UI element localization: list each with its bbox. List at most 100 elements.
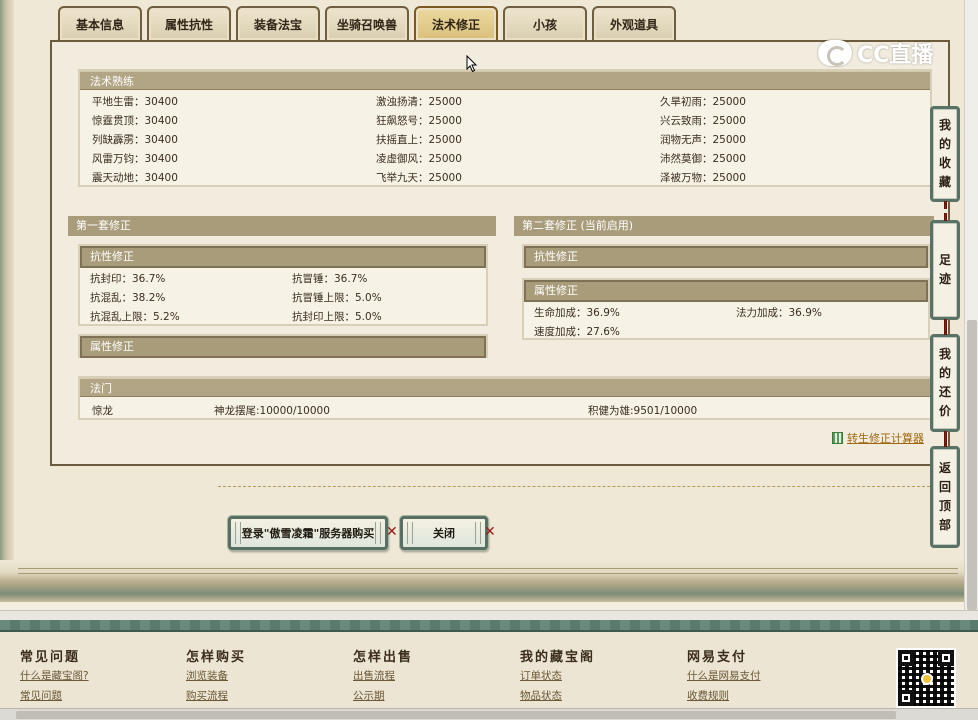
scrollbar-thumb[interactable] bbox=[967, 320, 977, 610]
cc-logo-icon bbox=[818, 40, 852, 66]
skill-value: 狂飙怒号：25000 bbox=[376, 115, 462, 127]
scroll-cord-icon: ✕ bbox=[484, 524, 496, 540]
footer-heading: 怎样出售 bbox=[353, 650, 414, 665]
watermark-text: CC直播 bbox=[857, 43, 934, 68]
footer-link[interactable]: 购买流程 bbox=[186, 686, 336, 706]
frame-bottom-trim bbox=[18, 568, 958, 574]
footer-band bbox=[0, 620, 978, 632]
attr-value: 速度加成：27.6% bbox=[534, 326, 620, 338]
footprint-button[interactable]: 足 迹 bbox=[930, 213, 960, 327]
side-char: 的 bbox=[938, 137, 951, 151]
set1-resist-grid: 抗封印：36.7% 抗冒锤：36.7% 抗混乱：38.2% 抗冒锤上限：5.0%… bbox=[90, 270, 472, 327]
rebirth-calculator-label: 转生修正计算器 bbox=[847, 432, 924, 445]
famen-section: 法门 惊龙 神龙摆尾:10000/10000 积健为雄:9501/10000 bbox=[78, 376, 932, 420]
side-char: 藏 bbox=[938, 175, 951, 189]
tab-spell-correction[interactable]: 法术修正 bbox=[414, 6, 498, 40]
skill-value: 震天动地：30400 bbox=[92, 172, 178, 184]
tab-mounts-pets[interactable]: 坐骑召唤兽 bbox=[325, 6, 409, 40]
login-buy-button[interactable]: 登录"傲雪凌霜"服务器购买 bbox=[228, 516, 388, 550]
footer-heading: 我的藏宝阁 bbox=[520, 650, 596, 665]
section-title: 抗性修正 bbox=[524, 246, 928, 268]
skill-value: 兴云致雨：25000 bbox=[660, 115, 746, 127]
skill-value: 久旱初雨：25000 bbox=[660, 96, 746, 108]
set1-title: 第一套修正 bbox=[68, 216, 496, 236]
side-char: 返 bbox=[938, 461, 951, 475]
skill-value: 飞举九天：25000 bbox=[376, 172, 462, 184]
tab-appearance[interactable]: 外观道具 bbox=[592, 6, 676, 40]
resist-value: 抗冒锤上限：5.0% bbox=[292, 292, 382, 304]
set2-title: 第二套修正 (当前启用) bbox=[514, 216, 934, 236]
detail-tabs: 基本信息 属性抗性 装备法宝 坐骑召唤兽 法术修正 小孩 外观道具 bbox=[58, 6, 676, 42]
login-buy-label: 登录"傲雪凌霜"服务器购买 bbox=[241, 527, 375, 540]
side-char: 价 bbox=[938, 404, 951, 418]
tab-attributes[interactable]: 属性抗性 bbox=[147, 6, 231, 40]
side-char: 的 bbox=[938, 366, 951, 380]
rebirth-calculator-link[interactable]: 转生修正计算器 bbox=[832, 430, 924, 446]
section-title: 属性修正 bbox=[80, 336, 486, 358]
section-title: 属性修正 bbox=[524, 280, 928, 302]
skill-value: 风雷万钧：30400 bbox=[92, 153, 178, 165]
footer-col-faq: 常见问题 什么是藏宝阁? 常见问题 bbox=[20, 646, 170, 706]
attr-value bbox=[736, 323, 916, 342]
footer-link[interactable]: 什么是藏宝阁? bbox=[20, 666, 170, 686]
tab-basic-info[interactable]: 基本信息 bbox=[58, 6, 142, 40]
red-cord-icon bbox=[944, 439, 947, 447]
tab-equipment[interactable]: 装备法宝 bbox=[236, 6, 320, 40]
resist-value: 抗混乱上限：5.2% bbox=[90, 311, 180, 323]
my-favorites-button[interactable]: 我 的 收 藏 bbox=[930, 106, 960, 209]
footer-heading: 网易支付 bbox=[687, 650, 748, 665]
side-char: 顶 bbox=[938, 499, 951, 513]
footer-col-my-cbg: 我的藏宝阁 订单状态 物品状态 bbox=[520, 646, 670, 706]
tab-children[interactable]: 小孩 bbox=[503, 6, 587, 40]
side-char: 收 bbox=[938, 156, 951, 170]
frame-left-edge bbox=[0, 0, 14, 602]
calculator-icon bbox=[832, 432, 843, 444]
divider bbox=[218, 486, 930, 487]
footer-col-buy: 怎样购买 浏览装备 购买流程 bbox=[186, 646, 336, 706]
footer-link[interactable]: 收费规则 bbox=[687, 686, 837, 706]
section-title: 抗性修正 bbox=[80, 246, 486, 268]
skill-value: 激浊扬清：25000 bbox=[376, 96, 462, 108]
close-label: 关闭 bbox=[433, 527, 455, 540]
footer-link[interactable]: 出售流程 bbox=[353, 666, 503, 686]
footer-heading: 常见问题 bbox=[20, 650, 81, 665]
scrollbar-thumb[interactable] bbox=[16, 711, 896, 719]
red-cord-icon bbox=[944, 213, 947, 221]
red-cord-icon bbox=[944, 201, 947, 209]
skill-proficiency-section: 法术熟练 平地生雷：30400 激浊扬清：25000 久旱初雨：25000 惊霆… bbox=[78, 69, 932, 187]
footer-link[interactable]: 订单状态 bbox=[520, 666, 670, 686]
resist-value: 抗冒锤：36.7% bbox=[292, 273, 368, 285]
footer-col-netease-pay: 网易支付 什么是网易支付 收费规则 bbox=[687, 646, 837, 706]
famen-item: 积健为雄:9501/10000 bbox=[588, 405, 698, 417]
red-cord-icon bbox=[944, 327, 947, 335]
set2-attr-grid: 生命加成：36.9% 法力加成：36.9% 速度加成：27.6% bbox=[534, 304, 916, 342]
frame-bottom-edge bbox=[0, 560, 978, 602]
horizontal-scrollbar[interactable] bbox=[0, 708, 978, 720]
cc-live-watermark: CC直播 bbox=[818, 36, 958, 70]
page-separator bbox=[0, 610, 978, 620]
skill-value: 泽被万物：25000 bbox=[660, 172, 746, 184]
footer-link[interactable]: 什么是网易支付 bbox=[687, 666, 837, 686]
famen-row: 惊龙 神龙摆尾:10000/10000 积健为雄:9501/10000 bbox=[92, 402, 922, 420]
qr-finder bbox=[898, 690, 914, 706]
site-footer: 常见问题 什么是藏宝阁? 常见问题 怎样购买 浏览装备 购买流程 怎样出售 出售… bbox=[0, 632, 978, 708]
footer-link[interactable]: 物品状态 bbox=[520, 686, 670, 706]
side-char: 我 bbox=[938, 347, 951, 361]
close-button[interactable]: 关闭 bbox=[400, 516, 488, 550]
vertical-scrollbar[interactable] bbox=[964, 0, 978, 610]
attr-value: 生命加成：36.9% bbox=[534, 307, 620, 319]
qr-finder bbox=[938, 650, 954, 666]
resist-value: 抗封印上限：5.0% bbox=[292, 311, 382, 323]
resist-value: 抗封印：36.7% bbox=[90, 273, 166, 285]
side-char: 部 bbox=[938, 518, 951, 532]
footer-link[interactable]: 常见问题 bbox=[20, 686, 170, 706]
footer-link[interactable]: 公示期 bbox=[353, 686, 503, 706]
my-bargain-button[interactable]: 我 的 还 价 bbox=[930, 327, 960, 439]
red-cord-icon bbox=[944, 319, 947, 327]
skill-value: 沛然莫御：25000 bbox=[660, 153, 746, 165]
famen-name: 惊龙 bbox=[92, 405, 113, 417]
skill-value: 平地生雷：30400 bbox=[92, 96, 178, 108]
footer-link[interactable]: 浏览装备 bbox=[186, 666, 336, 686]
back-to-top-button[interactable]: 返 回 顶 部 bbox=[930, 439, 960, 548]
famen-item: 神龙摆尾:10000/10000 bbox=[214, 405, 330, 417]
